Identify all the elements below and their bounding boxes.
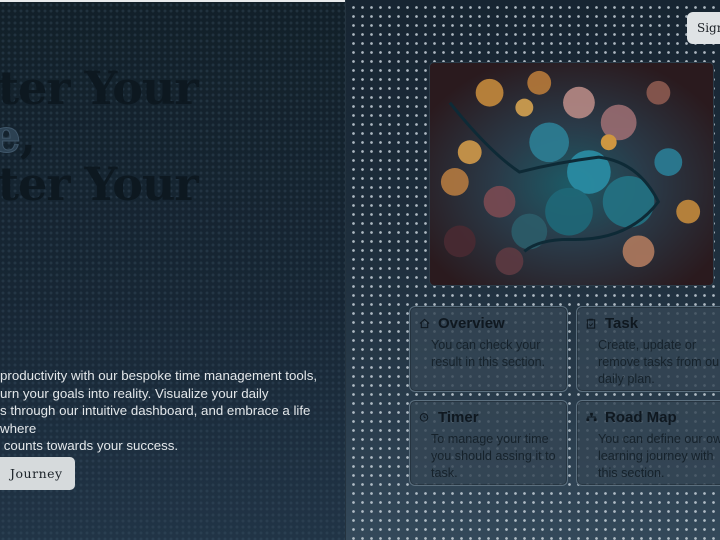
home-icon	[418, 317, 430, 329]
forest-photo	[429, 62, 714, 286]
card-task[interactable]: Task Create, update or remove tasks from…	[576, 306, 720, 392]
card-description-line: learning journey with	[598, 449, 714, 463]
hero-title-line-2: me,	[0, 109, 198, 163]
card-description-line: this section.	[598, 466, 665, 480]
card-description-line: remove tasks from our	[598, 355, 720, 369]
card-description-line: Create, update or	[598, 338, 697, 352]
forest-photo-image	[430, 63, 713, 285]
card-description-line: task.	[431, 466, 458, 480]
card-title: Timer	[438, 408, 479, 426]
hero-description-line: s through our intuitive dashboard, and e…	[0, 403, 311, 436]
hero-title-accent: me	[0, 109, 21, 163]
hero-description: productivity with our bespoke time manag…	[0, 367, 345, 455]
timer-icon	[418, 411, 430, 423]
clipboard-icon	[585, 317, 597, 329]
hero-title-line-1: aster Your	[0, 61, 199, 115]
card-description-line: result in this section.	[431, 355, 546, 369]
landing-page: aster Your me, aster Your e productivity…	[0, 0, 720, 540]
card-title: Task	[605, 314, 639, 332]
hero-description-line: counts towards your success.	[0, 438, 179, 453]
hero-description-line: productivity with our bespoke time manag…	[0, 368, 318, 383]
hero-title-line-4: e	[0, 208, 198, 256]
card-description-line: daily plan.	[598, 372, 655, 386]
card-description: You can check your result in this sectio…	[431, 337, 559, 371]
sitemap-icon	[585, 411, 597, 423]
hero-title: aster Your me, aster Your e	[0, 61, 199, 256]
card-overview[interactable]: Overview You can check your result in th…	[409, 306, 568, 392]
hero-title-comma: ,	[19, 109, 36, 163]
card-description: Create, update or remove tasks from our …	[598, 337, 720, 388]
card-road-map[interactable]: Road Map You can define our own learning…	[576, 400, 720, 486]
card-description: You can define our own learning journey …	[598, 431, 720, 482]
start-journey-button[interactable]: Journey	[0, 457, 75, 490]
card-timer[interactable]: Timer To manage your time you should ass…	[409, 400, 568, 486]
card-description-line: You can define our own	[598, 432, 720, 446]
hero-description-line: urn your goals into reality. Visualize y…	[0, 385, 269, 401]
card-description-line: you should assing it to	[431, 449, 556, 463]
card-description-line: To manage your time	[431, 432, 549, 446]
feature-panel: Sign	[345, 0, 720, 540]
hero-section: aster Your me, aster Your e productivity…	[0, 0, 345, 540]
card-title: Road Map	[605, 408, 677, 426]
card-title: Overview	[438, 314, 505, 332]
hero-title-line-3: aster Your	[0, 157, 199, 211]
card-description-line: You can check your	[431, 338, 541, 352]
start-journey-label: Journey	[10, 466, 63, 481]
sign-in-button[interactable]: Sign	[687, 12, 720, 44]
card-description: To manage your time you should assing it…	[431, 431, 559, 482]
